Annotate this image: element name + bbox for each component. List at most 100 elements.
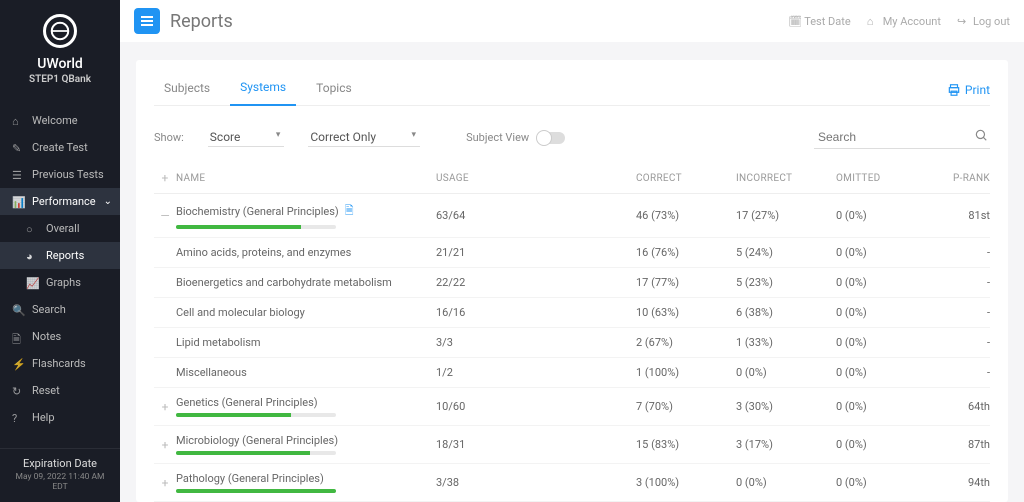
- cell-usage: 3/3: [436, 336, 636, 349]
- top-action-my-account[interactable]: ⌂My Account: [867, 15, 941, 28]
- cell-correct: 2 (67%): [636, 336, 736, 349]
- cell-usage: 63/64: [436, 209, 636, 222]
- brand-name: UWorld: [37, 56, 83, 72]
- sidebar-subitem-overall[interactable]: ○Overall: [0, 215, 120, 242]
- sidebar-item-flashcards[interactable]: ⚡Flashcards: [0, 350, 120, 377]
- note-icon[interactable]: 🗎: [345, 202, 354, 221]
- cell-omitted: 0 (0%): [836, 438, 936, 451]
- sidebar-item-help[interactable]: ?Help: [0, 404, 120, 431]
- chevron-down-icon: ⌄: [104, 196, 112, 207]
- expand-all-icon[interactable]: +: [154, 171, 176, 185]
- cell-omitted: 0 (0%): [836, 336, 936, 349]
- nav-icon: 📈: [26, 277, 38, 289]
- table-body: —Biochemistry (General Principles) 🗎 63/64…: [154, 194, 990, 502]
- cell-prank: -: [936, 306, 990, 319]
- sidebar-subitem-graphs[interactable]: 📈 Graphs: [0, 269, 120, 296]
- tab-topics[interactable]: Topics: [306, 75, 362, 105]
- cell-correct: 15 (83%): [636, 438, 736, 451]
- cell-usage: 16/16: [436, 306, 636, 319]
- table-header: + NAME USAGE CORRECT INCORRECT OMITTED P…: [154, 163, 990, 194]
- row-name: Microbiology (General Principles): [176, 434, 338, 447]
- row-name: Biochemistry (General Principles): [176, 205, 339, 218]
- nav-label: Notes: [32, 330, 61, 343]
- sidebar-subitem-reports[interactable]: ◕ Reports: [0, 242, 120, 269]
- nav-icon: ⌂: [12, 115, 24, 127]
- expand-row-icon[interactable]: —: [154, 209, 176, 223]
- nav-label: Graphs: [46, 276, 81, 289]
- cell-omitted: 0 (0%): [836, 246, 936, 259]
- cell-prank: 87th: [936, 438, 990, 451]
- nav-label: Search: [32, 303, 66, 316]
- cell-prank: -: [936, 246, 990, 259]
- nav-icon: ↻: [12, 385, 24, 397]
- sidebar-item-notes[interactable]: 🗎 Notes: [0, 323, 120, 350]
- cell-omitted: 0 (0%): [836, 276, 936, 289]
- nav-icon: ◕: [26, 250, 38, 262]
- search-icon: [974, 128, 988, 142]
- cell-incorrect: 0 (0%): [736, 476, 836, 489]
- table-row: Amino acids, proteins, and enzymes21/211…: [154, 238, 990, 268]
- top-actions: 🗓Test Date ⌂My Account ↪Log out: [788, 15, 1010, 28]
- sidebar-item-performance[interactable]: 📊 Performance ⌄: [0, 188, 120, 215]
- row-name: Miscellaneous: [176, 366, 247, 379]
- cell-usage: 10/60: [436, 400, 636, 413]
- table-row: —Biochemistry (General Principles) 🗎 63/64…: [154, 194, 990, 238]
- progress-bar: [176, 489, 336, 493]
- cell-omitted: 0 (0%): [836, 476, 936, 489]
- brand-block: UWorld STEP1 QBank: [0, 0, 120, 95]
- print-icon: [947, 83, 961, 97]
- cell-usage: 18/31: [436, 438, 636, 451]
- nav-label: Reports: [46, 249, 84, 262]
- col-correct: CORRECT: [636, 173, 736, 184]
- table-row: Cell and molecular biology16/1610 (63%)6…: [154, 298, 990, 328]
- cell-usage: 1/2: [436, 366, 636, 379]
- progress-bar: [176, 413, 336, 417]
- cell-prank: -: [936, 336, 990, 349]
- top-action-log-out[interactable]: ↪Log out: [957, 15, 1010, 28]
- subject-view-label: Subject View: [466, 131, 529, 144]
- sidebar-item-search[interactable]: 🔍Search: [0, 296, 120, 323]
- row-name: Genetics (General Principles): [176, 396, 318, 409]
- nav-label: Create Test: [32, 141, 88, 154]
- expand-row-icon[interactable]: +: [154, 438, 176, 452]
- print-button[interactable]: Print: [947, 83, 990, 97]
- expiration-date: May 09, 2022 11:40 AM EDT: [10, 472, 110, 492]
- sidebar-item-welcome[interactable]: ⌂Welcome: [0, 107, 120, 134]
- cell-incorrect: 5 (24%): [736, 246, 836, 259]
- cell-omitted: 0 (0%): [836, 306, 936, 319]
- nav-icon: 📊: [12, 196, 24, 208]
- expand-row-icon[interactable]: +: [154, 476, 176, 490]
- table-row: Miscellaneous1/21 (100%)0 (0%)0 (0%)-: [154, 358, 990, 388]
- tab-row: Subjects Systems Topics Print: [154, 74, 990, 106]
- cell-correct: 16 (76%): [636, 246, 736, 259]
- nav-icon: 🗎: [12, 331, 24, 343]
- cell-usage: 3/38: [436, 476, 636, 489]
- nav-icon: ○: [26, 223, 38, 235]
- logo-icon: [43, 14, 77, 48]
- expand-row-icon[interactable]: +: [154, 400, 176, 414]
- row-name: Pathology (General Principles): [176, 472, 324, 485]
- search-input[interactable]: [814, 126, 990, 149]
- tab-subjects[interactable]: Subjects: [154, 75, 220, 105]
- nav-icon: ?: [12, 412, 24, 424]
- sidebar-item-previous-tests[interactable]: ☰Previous Tests: [0, 161, 120, 188]
- progress-bar: [176, 225, 336, 229]
- top-action-icon: ↪: [957, 15, 969, 27]
- row-name: Bioenergetics and carbohydrate metabolis…: [176, 276, 392, 289]
- cell-correct: 1 (100%): [636, 366, 736, 379]
- sidebar-item-reset[interactable]: ↻Reset: [0, 377, 120, 404]
- subject-view-toggle[interactable]: [537, 132, 565, 144]
- sidebar-item-create-test[interactable]: ✎Create Test: [0, 134, 120, 161]
- cell-usage: 21/21: [436, 246, 636, 259]
- page-title: Reports: [170, 11, 233, 32]
- cell-incorrect: 6 (38%): [736, 306, 836, 319]
- nav-label: Performance: [32, 195, 96, 208]
- correct-only-select[interactable]: Correct Only: [308, 128, 420, 147]
- tab-systems[interactable]: Systems: [230, 74, 296, 106]
- hamburger-button[interactable]: [134, 8, 160, 34]
- score-select[interactable]: Score: [208, 128, 285, 147]
- top-action-test-date[interactable]: 🗓Test Date: [788, 15, 851, 28]
- cell-correct: 17 (77%): [636, 276, 736, 289]
- table-row: Lipid metabolism3/32 (67%)1 (33%)0 (0%)-: [154, 328, 990, 358]
- cell-correct: 10 (63%): [636, 306, 736, 319]
